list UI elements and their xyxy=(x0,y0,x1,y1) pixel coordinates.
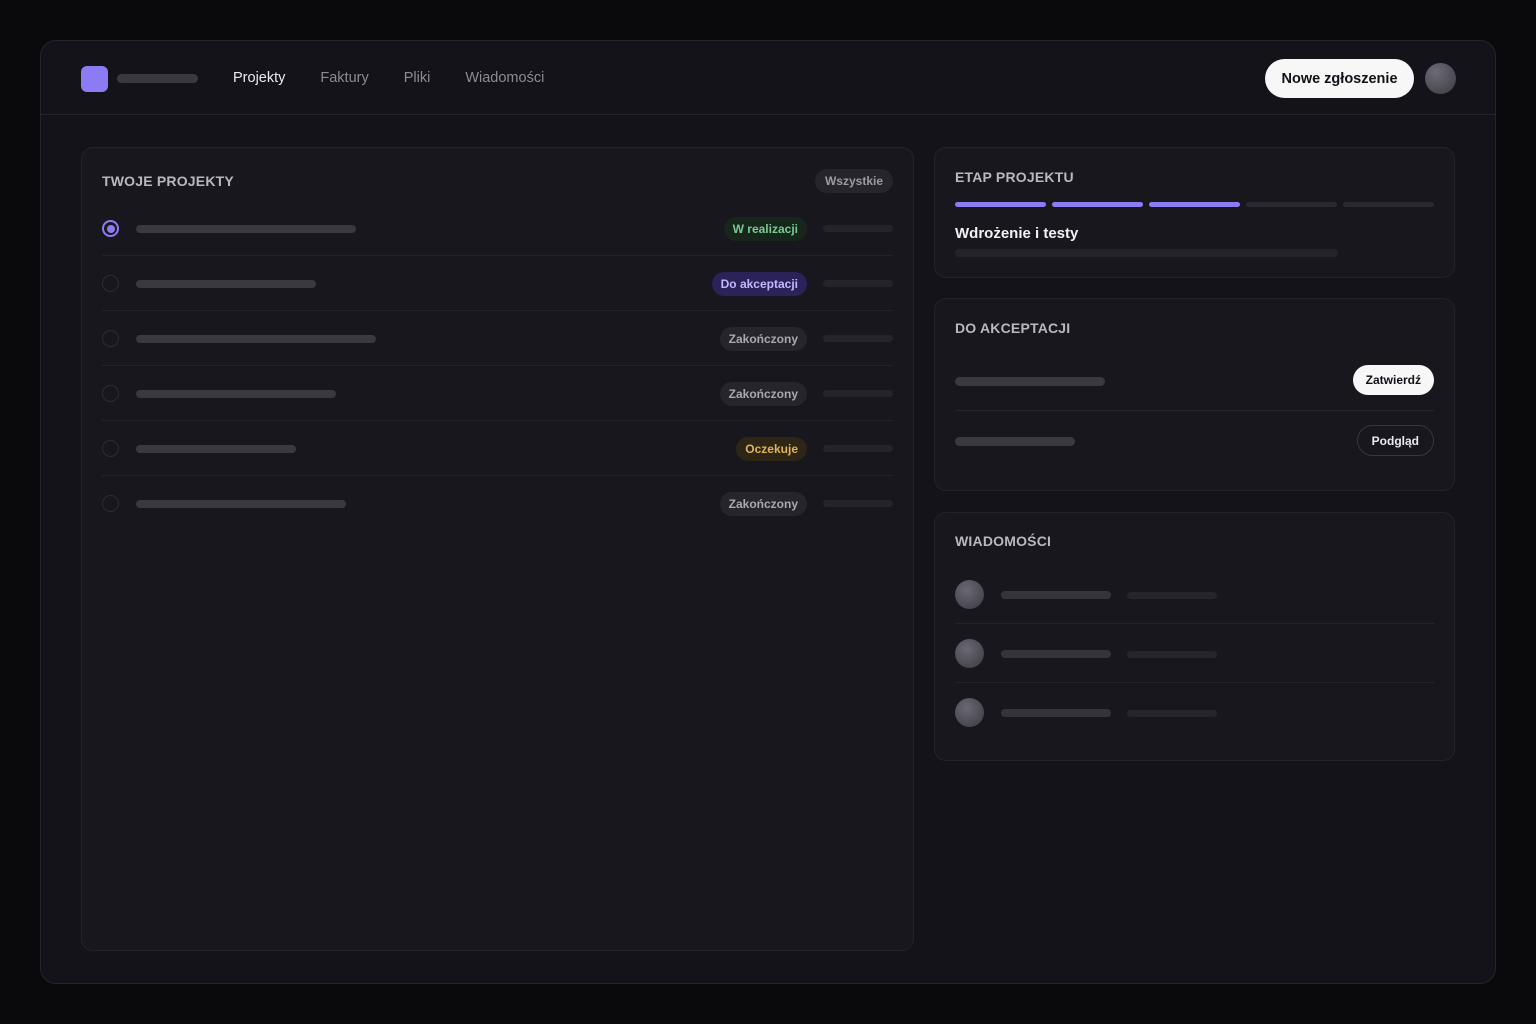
stage-progress xyxy=(955,202,1434,207)
project-radio[interactable] xyxy=(102,220,119,237)
app-window: Projekty Faktury Pliki Wiadomości Nowe z… xyxy=(40,40,1496,984)
approval-name-placeholder xyxy=(955,437,1075,446)
message-preview-placeholder xyxy=(1127,710,1217,717)
project-date-placeholder xyxy=(823,445,893,452)
nav-item-pliki[interactable]: Pliki xyxy=(404,70,431,86)
project-name-placeholder xyxy=(136,445,296,453)
message-sender-placeholder xyxy=(1001,591,1111,599)
approvals-card: DO AKCEPTACJI Zatwierdź Podgląd xyxy=(934,298,1455,491)
message-sender-placeholder xyxy=(1001,709,1111,717)
stage-step-3 xyxy=(1149,202,1240,207)
project-row[interactable]: Zakończony xyxy=(102,311,893,366)
logo-icon[interactable] xyxy=(81,66,108,92)
project-date-placeholder xyxy=(823,390,893,397)
stage-step-1 xyxy=(955,202,1046,207)
message-preview-placeholder xyxy=(1127,592,1217,599)
message-sender-placeholder xyxy=(1001,650,1111,658)
approval-item: Podgląd xyxy=(955,411,1434,471)
project-radio[interactable] xyxy=(102,495,119,512)
main-nav: Projekty Faktury Pliki Wiadomości xyxy=(233,41,544,115)
nav-item-projekty[interactable]: Projekty xyxy=(233,70,285,86)
message-preview-placeholder xyxy=(1127,651,1217,658)
project-name-placeholder xyxy=(136,225,356,233)
project-radio[interactable] xyxy=(102,275,119,292)
avatar xyxy=(955,639,984,668)
status-badge: Do akceptacji xyxy=(711,272,807,296)
status-badge: Oczekuje xyxy=(736,437,807,461)
status-badge: Zakończony xyxy=(719,327,807,351)
project-stage-card: ETAP PROJEKTU Wdrożenie i testy xyxy=(934,147,1455,278)
stage-step-5 xyxy=(1343,202,1434,207)
project-row[interactable]: Do akceptacji xyxy=(102,256,893,311)
message-item[interactable] xyxy=(955,624,1434,683)
project-radio[interactable] xyxy=(102,385,119,402)
projects-card: TWOJE PROJEKTY Wszystkie W realizacji Do… xyxy=(81,147,914,951)
project-radio[interactable] xyxy=(102,330,119,347)
approval-name-placeholder xyxy=(955,377,1105,386)
stage-name: Wdrożenie i testy xyxy=(955,225,1079,242)
project-name-placeholder xyxy=(136,335,376,343)
message-item[interactable] xyxy=(955,565,1434,624)
project-row[interactable]: Zakończony xyxy=(102,366,893,421)
project-date-placeholder xyxy=(823,280,893,287)
approval-item: Zatwierdź xyxy=(955,351,1434,411)
project-date-placeholder xyxy=(823,500,893,507)
status-badge: W realizacji xyxy=(723,217,807,241)
status-badge: Zakończony xyxy=(719,382,807,406)
nav-item-faktury[interactable]: Faktury xyxy=(320,70,368,86)
project-date-placeholder xyxy=(823,335,893,342)
project-row[interactable]: Zakończony xyxy=(102,476,893,531)
stage-step-4 xyxy=(1246,202,1337,207)
messages-card: WIADOMOŚCI xyxy=(934,512,1455,761)
project-date-placeholder xyxy=(823,225,893,232)
avatar xyxy=(955,580,984,609)
new-request-button[interactable]: Nowe zgłoszenie xyxy=(1265,59,1414,98)
status-badge: Zakończony xyxy=(719,492,807,516)
project-name-placeholder xyxy=(136,390,336,398)
project-row[interactable]: W realizacji xyxy=(102,201,893,256)
messages-title: WIADOMOŚCI xyxy=(955,533,1052,549)
stage-title: ETAP PROJEKTU xyxy=(955,169,1074,185)
stage-description-placeholder xyxy=(955,249,1338,257)
stage-step-2 xyxy=(1052,202,1143,207)
project-radio[interactable] xyxy=(102,440,119,457)
project-name-placeholder xyxy=(136,500,346,508)
nav-item-wiadomosci[interactable]: Wiadomości xyxy=(465,70,544,86)
project-row[interactable]: Oczekuje xyxy=(102,421,893,476)
approve-button[interactable]: Zatwierdź xyxy=(1352,365,1434,395)
projects-filter-button[interactable]: Wszystkie xyxy=(814,169,893,193)
project-name-placeholder xyxy=(136,280,316,288)
message-item[interactable] xyxy=(955,683,1434,742)
projects-title: TWOJE PROJEKTY xyxy=(102,173,234,189)
preview-button[interactable]: Podgląd xyxy=(1356,425,1434,456)
brand-name-placeholder xyxy=(117,74,198,83)
top-navigation-bar: Projekty Faktury Pliki Wiadomości Nowe z… xyxy=(41,41,1495,115)
user-avatar[interactable] xyxy=(1425,63,1456,94)
approvals-title: DO AKCEPTACJI xyxy=(955,320,1071,336)
avatar xyxy=(955,698,984,727)
